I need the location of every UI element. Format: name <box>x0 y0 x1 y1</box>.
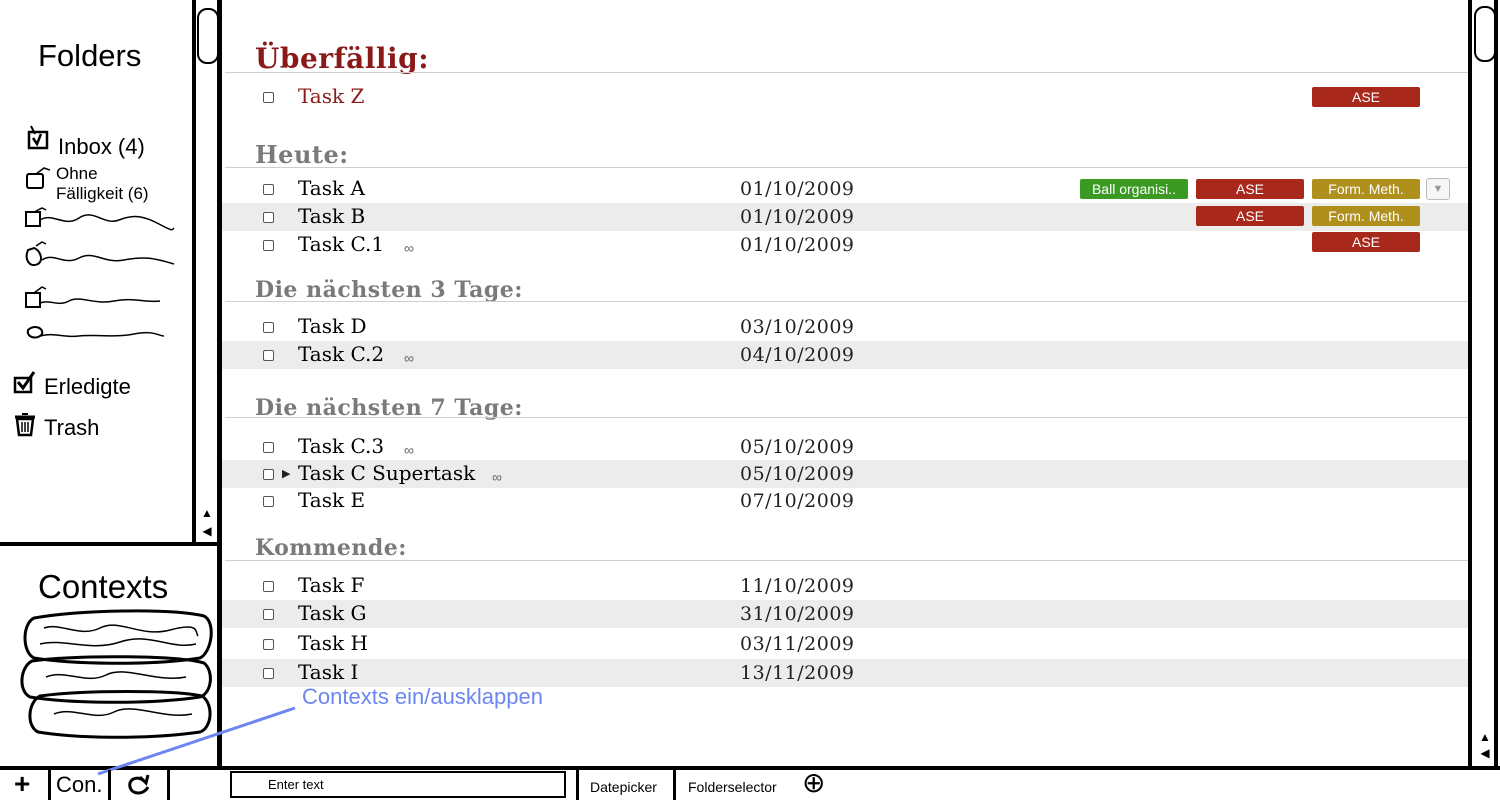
add-folder-button[interactable]: + <box>14 770 30 798</box>
toolbar-separator <box>48 770 51 800</box>
annotation-pointer-line <box>97 706 296 776</box>
contexts-toggle-button[interactable]: Con. <box>56 772 102 798</box>
toolbar-separator <box>673 770 676 800</box>
folderselector-button[interactable]: Folderselector <box>688 779 777 795</box>
datepicker-button[interactable]: Datepicker <box>590 779 657 795</box>
quick-add-input[interactable] <box>230 771 566 798</box>
toolbar-separator <box>108 770 111 800</box>
refresh-icon[interactable] <box>124 773 154 797</box>
add-circle-icon[interactable]: ⊕ <box>802 769 825 797</box>
toolbar-separator <box>167 770 170 800</box>
toolbar-separator <box>576 770 579 800</box>
